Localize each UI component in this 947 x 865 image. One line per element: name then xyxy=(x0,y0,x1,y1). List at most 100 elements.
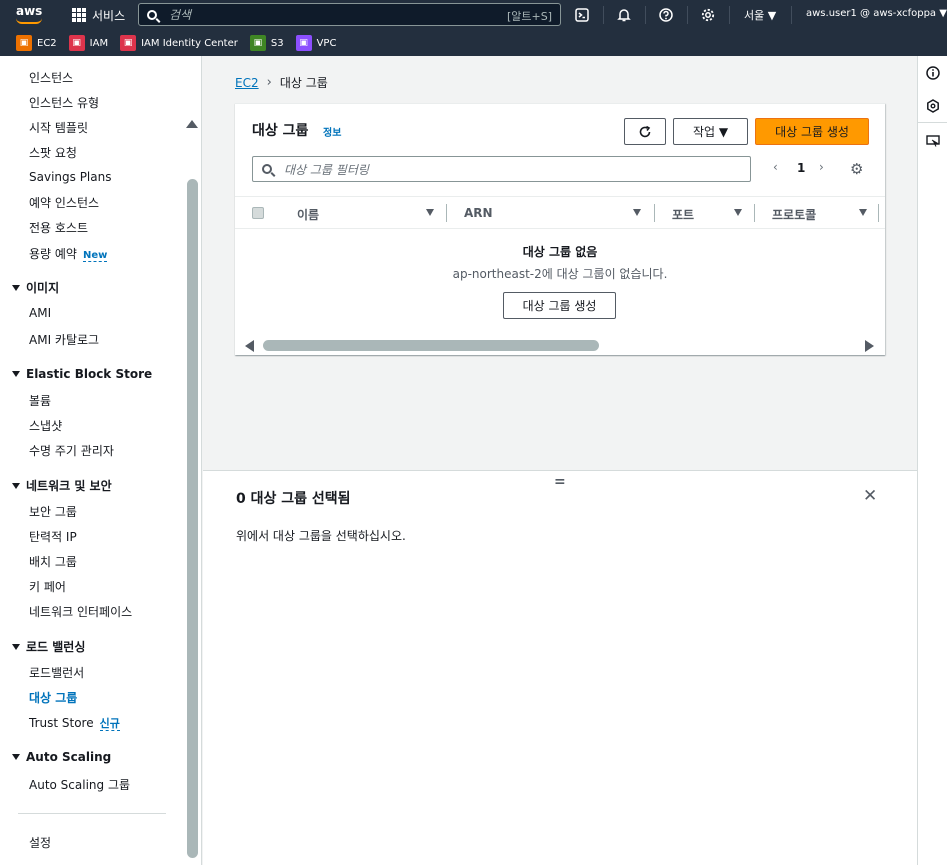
column-header-name[interactable]: 이름 xyxy=(297,206,319,223)
split-panel-title: 0 대상 그룹 선택됨 xyxy=(236,491,351,507)
select-all-checkbox[interactable] xyxy=(252,207,264,219)
aws-logo[interactable]: aws xyxy=(16,5,44,25)
table-settings-gear-icon[interactable]: ⚙ xyxy=(850,160,863,178)
sort-caret-icon[interactable] xyxy=(859,209,867,216)
sidebar-item-instance-types[interactable]: 인스턴스 유형 xyxy=(29,94,99,111)
sidebar-item-load-balancers[interactable]: 로드밸런서 xyxy=(29,664,84,681)
favorite-iam[interactable]: ▣ IAM xyxy=(68,35,109,51)
sidebar-item-capacity-reservations[interactable]: 용량 예약 New xyxy=(29,245,108,262)
sidebar-section-load-balancing[interactable]: 로드 밸런싱 xyxy=(12,638,85,655)
sidebar-item-launch-templates[interactable]: 시작 템플릿 xyxy=(29,119,88,136)
filter-input[interactable]: 대상 그룹 필터링 xyxy=(252,156,751,182)
column-divider[interactable] xyxy=(878,204,879,222)
search-shortcut: [알트+S] xyxy=(506,10,552,23)
horizontal-scrollbar[interactable] xyxy=(263,340,599,351)
create-target-group-button[interactable]: 대상 그룹 생성 xyxy=(755,118,869,145)
favorite-ec2[interactable]: ▣ EC2 xyxy=(16,35,57,51)
sidebar-item-savings-plans[interactable]: Savings Plans xyxy=(29,170,111,184)
sidebar-section-auto-scaling[interactable]: Auto Scaling xyxy=(12,750,111,764)
scroll-up-arrow-icon[interactable] xyxy=(186,120,198,128)
sidebar-item-ami[interactable]: AMI xyxy=(29,306,51,320)
info-icon[interactable] xyxy=(926,66,940,80)
nav-divider xyxy=(729,6,730,24)
target-groups-table-panel: 대상 그룹 정보 작업 ▼ 대상 그룹 생성 대상 그룹 필터링 ‹ 1 › ⚙… xyxy=(235,103,885,355)
empty-create-target-group-button[interactable]: 대상 그룹 생성 xyxy=(503,292,616,319)
sidebar-item-volumes[interactable]: 볼륨 xyxy=(29,392,51,409)
table-header: 이름 ARN 포트 프로토콜 xyxy=(235,196,885,229)
sidebar-item-network-interfaces[interactable]: 네트워크 인터페이스 xyxy=(29,603,132,620)
sidebar-item-label: 용량 예약 xyxy=(29,247,77,261)
scroll-left-arrow-icon[interactable] xyxy=(245,340,254,352)
help-icon[interactable] xyxy=(657,6,675,24)
sidebar-scrollbar[interactable] xyxy=(187,179,198,858)
sidebar-item-spot-requests[interactable]: 스팟 요청 xyxy=(29,144,77,161)
favorite-label: IAM Identity Center xyxy=(141,37,238,49)
column-divider[interactable] xyxy=(446,204,447,222)
previous-page-chevron-icon[interactable]: ‹ xyxy=(773,160,778,174)
sidebar-item-dedicated-hosts[interactable]: 전용 호스트 xyxy=(29,219,88,236)
info-link[interactable]: 정보 xyxy=(323,124,341,139)
bell-icon[interactable] xyxy=(615,6,633,24)
sidebar-divider xyxy=(18,813,166,814)
actions-button[interactable]: 작업 ▼ xyxy=(673,118,748,145)
feedback-cursor-icon[interactable] xyxy=(926,134,940,148)
favorite-vpc[interactable]: ▣ VPC xyxy=(295,35,336,51)
sidebar-item-ami-catalog[interactable]: AMI 카탈로그 xyxy=(29,331,99,348)
sidebar-item-auto-scaling-groups[interactable]: Auto Scaling 그룹 xyxy=(29,776,130,793)
sidebar-item-trust-store[interactable]: Trust Store 신규 xyxy=(29,715,120,731)
page-number[interactable]: 1 xyxy=(797,161,805,175)
caret-down-icon xyxy=(12,482,20,489)
refresh-button[interactable] xyxy=(624,118,666,145)
split-panel: = 0 대상 그룹 선택됨 ✕ 위에서 대상 그룹을 선택하십시오. xyxy=(203,470,917,865)
nav-divider xyxy=(791,6,792,24)
rail-divider xyxy=(918,122,947,123)
hexagon-settings-icon[interactable] xyxy=(926,99,940,113)
caret-down-icon xyxy=(12,643,20,650)
favorite-iam-identity-center[interactable]: ▣ IAM Identity Center xyxy=(120,35,238,51)
column-header-protocol[interactable]: 프로토콜 xyxy=(772,206,816,223)
sidebar-section-images[interactable]: 이미지 xyxy=(12,279,59,296)
vpc-icon: ▣ xyxy=(295,35,312,51)
sidebar-item-settings[interactable]: 설정 xyxy=(29,834,51,851)
next-page-chevron-icon[interactable]: › xyxy=(819,160,824,174)
column-divider[interactable] xyxy=(654,204,655,222)
identity-center-icon: ▣ xyxy=(120,35,137,51)
account-menu[interactable]: aws.user1 @ aws-xcfoppa ▼ xyxy=(806,8,947,19)
settings-gear-icon[interactable] xyxy=(699,6,717,24)
section-title: 로드 밸런싱 xyxy=(26,640,86,654)
sort-caret-icon[interactable] xyxy=(734,209,742,216)
sidebar-item-placement-groups[interactable]: 배치 그룹 xyxy=(29,553,77,570)
sidebar-item-security-groups[interactable]: 보안 그룹 xyxy=(29,503,77,520)
sidebar-item-lifecycle-manager[interactable]: 수명 주기 관리자 xyxy=(29,442,114,459)
favorite-label: IAM xyxy=(89,37,109,49)
close-icon[interactable]: ✕ xyxy=(863,486,877,506)
favorite-s3[interactable]: ▣ S3 xyxy=(249,35,284,51)
section-title: Auto Scaling xyxy=(26,750,112,764)
empty-state-description: ap-northeast-2에 대상 그룹이 없습니다. xyxy=(452,267,668,281)
sort-caret-icon[interactable] xyxy=(633,209,641,216)
region-selector[interactable]: 서울 ▼ xyxy=(744,7,776,23)
cloudshell-icon[interactable] xyxy=(573,6,591,24)
search-input[interactable]: 검색 [알트+S] xyxy=(138,3,561,26)
column-divider[interactable] xyxy=(754,204,755,222)
scroll-right-arrow-icon[interactable] xyxy=(865,340,874,352)
column-header-arn[interactable]: ARN xyxy=(464,206,493,220)
sidebar-item-reserved-instances[interactable]: 예약 인스턴스 xyxy=(29,194,99,211)
sort-caret-icon[interactable] xyxy=(426,209,434,216)
sidebar-section-network-security[interactable]: 네트워크 및 보안 xyxy=(12,477,112,494)
sidebar-item-snapshots[interactable]: 스냅샷 xyxy=(29,417,62,434)
sidebar-item-elastic-ips[interactable]: 탄력적 IP xyxy=(29,528,77,545)
sidebar: 인스턴스 인스턴스 유형 시작 템플릿 스팟 요청 Savings Plans … xyxy=(0,56,202,865)
split-panel-resize-handle-icon[interactable]: = xyxy=(554,474,566,490)
services-grid-icon[interactable] xyxy=(72,8,86,22)
chevron-right-icon: › xyxy=(266,75,272,90)
breadcrumb-ec2-link[interactable]: EC2 xyxy=(235,76,259,90)
services-menu[interactable]: 서비스 xyxy=(92,7,125,24)
column-header-port[interactable]: 포트 xyxy=(672,206,694,223)
sidebar-item-key-pairs[interactable]: 키 페어 xyxy=(29,578,66,595)
breadcrumb-current: 대상 그룹 xyxy=(279,76,328,90)
search-placeholder: 검색 xyxy=(169,8,192,22)
sidebar-item-instances[interactable]: 인스턴스 xyxy=(29,69,73,86)
sidebar-item-target-groups[interactable]: 대상 그룹 xyxy=(29,689,77,706)
sidebar-section-ebs[interactable]: Elastic Block Store xyxy=(12,367,152,381)
